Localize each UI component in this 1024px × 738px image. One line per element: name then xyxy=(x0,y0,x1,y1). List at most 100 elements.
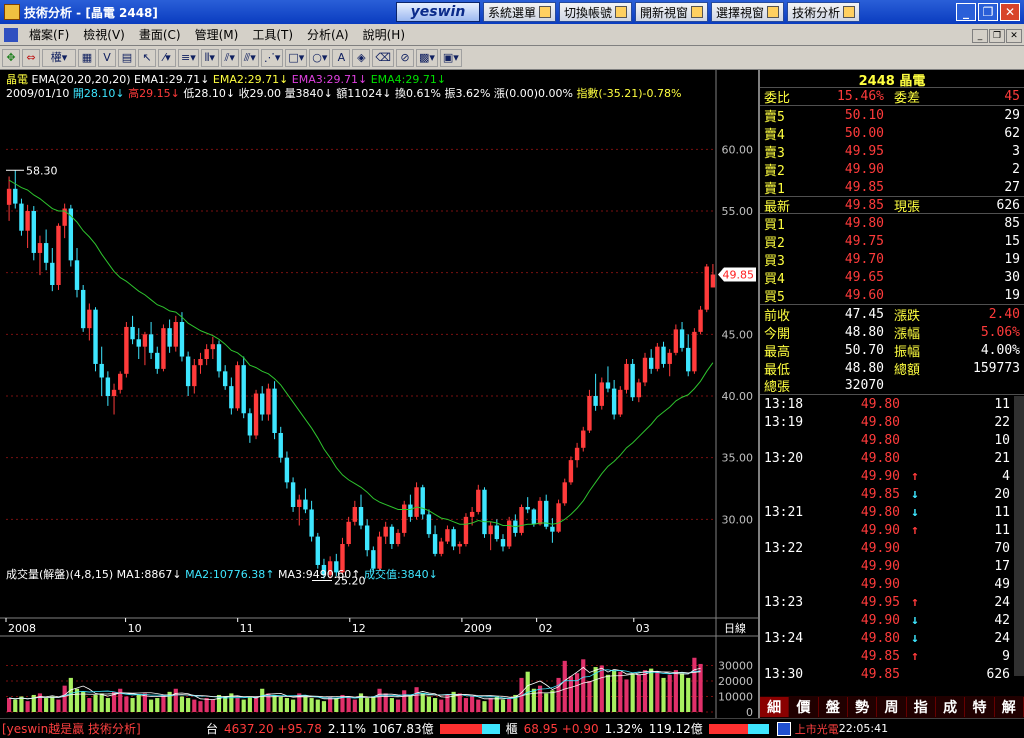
menu-tools[interactable]: 工具(T) xyxy=(245,26,300,43)
detail-tab[interactable]: 價 xyxy=(789,697,819,717)
chart-type-icon[interactable]: ▦ xyxy=(78,48,96,67)
clear-icon[interactable]: ⊘ xyxy=(395,48,414,67)
channel-icon[interactable]: ⫻▾ xyxy=(240,48,259,67)
select-window-button[interactable]: 選擇視窗 xyxy=(711,2,785,22)
volume-bar xyxy=(476,699,481,712)
current-price-label: 49.85 xyxy=(723,269,755,282)
arrows-icon[interactable]: ⇔ xyxy=(22,48,40,67)
stat-label: 漲幅 xyxy=(894,326,921,342)
stat-row: 今開 48.80 漲幅 5.06% xyxy=(760,323,1024,342)
ellipse-icon[interactable]: ○▾ xyxy=(309,48,331,67)
ask-qty: 27 xyxy=(1004,179,1020,195)
volume-bar xyxy=(636,674,641,712)
color-icon[interactable]: ▩▾ xyxy=(415,48,438,67)
shape-icon[interactable]: ◈ xyxy=(352,48,371,67)
tech-analysis-button[interactable]: 技術分析 xyxy=(787,2,861,22)
news-icon[interactable] xyxy=(776,721,791,736)
tick-row: 13:20 49.80 21 xyxy=(760,449,1024,467)
detail-tab[interactable]: 成 xyxy=(936,697,966,717)
save-icon[interactable]: ▣▾ xyxy=(439,48,462,67)
rectangle-icon[interactable]: □▾ xyxy=(285,48,308,67)
switch-account-button[interactable]: 切換帳號 xyxy=(559,2,633,22)
candle-body xyxy=(204,349,209,359)
detail-tab[interactable]: 特 xyxy=(965,697,995,717)
detail-tab[interactable]: 勢 xyxy=(848,697,878,717)
candle-body xyxy=(364,525,370,551)
menu-screen[interactable]: 畫面(C) xyxy=(132,26,188,43)
menu-manage[interactable]: 管理(M) xyxy=(188,26,246,43)
mdi-restore-icon[interactable]: ❐ xyxy=(989,29,1005,43)
menu-analysis[interactable]: 分析(A) xyxy=(300,26,356,43)
chart-svg[interactable]: 60.0055.0050.0045.0040.0035.0030.0058.30… xyxy=(0,70,758,719)
bid-price: 49.80 xyxy=(844,215,884,231)
title-bar: 技術分析 - [晶電 2448] yeswin 系統選單 切換帳號 開新視窗 選… xyxy=(0,0,1024,24)
text-icon[interactable]: A xyxy=(332,48,351,67)
document-icon[interactable] xyxy=(4,27,18,42)
yeswin-logo[interactable]: yeswin xyxy=(396,2,480,22)
minimize-icon[interactable]: _ xyxy=(956,3,976,21)
volume-bar xyxy=(284,698,289,712)
y-tick-label: 55.00 xyxy=(722,205,754,218)
menu-file[interactable]: 檔案(F) xyxy=(22,26,76,43)
detail-tab[interactable]: 指 xyxy=(907,697,936,717)
chart-area[interactable]: 60.0055.0050.0045.0040.0035.0030.0058.30… xyxy=(0,70,758,719)
tick-price: 49.90 xyxy=(860,558,900,574)
candle-body xyxy=(222,371,228,387)
tick-qty: 20 xyxy=(994,486,1010,502)
tick-price: 49.80 xyxy=(860,432,900,448)
volume-icon[interactable]: Ⅴ xyxy=(98,48,116,67)
stat-label: 前收 xyxy=(764,308,791,324)
volume-bar xyxy=(253,698,259,712)
tick-qty: 11 xyxy=(994,396,1010,412)
volume-bar xyxy=(198,701,203,712)
volume-bar xyxy=(420,693,425,712)
eraser-icon[interactable]: ⌫ xyxy=(372,48,394,67)
parallel-icon[interactable]: ⋰▾ xyxy=(260,48,284,67)
detail-tab[interactable]: 解 xyxy=(995,697,1024,717)
detail-tab[interactable]: 周 xyxy=(877,697,907,717)
mdi-close-icon[interactable]: ✕ xyxy=(1006,29,1022,43)
candle-body xyxy=(389,526,395,544)
vertical-line-icon[interactable]: ⦀▾ xyxy=(200,48,219,67)
candle-body xyxy=(531,509,537,525)
candle-body xyxy=(679,329,685,348)
restore-icon[interactable]: ❐ xyxy=(978,3,998,21)
fan-icon[interactable]: ⫽▾ xyxy=(220,48,239,67)
tick-price: 49.85 xyxy=(860,666,900,682)
menu-view[interactable]: 檢視(V) xyxy=(76,26,132,43)
menu-help[interactable]: 說明(H) xyxy=(356,26,412,43)
news-ticker[interactable]: 上市光電 xyxy=(795,721,839,737)
volume-bar xyxy=(223,696,228,712)
volume-bar xyxy=(130,698,135,712)
horizontal-line-icon[interactable]: ≡▾ xyxy=(178,48,199,67)
otc-amount: 119.12億 xyxy=(648,722,703,736)
new-window-button[interactable]: 開新視窗 xyxy=(635,2,709,22)
bar-date: 2009/01/10 xyxy=(6,87,70,100)
weight-dropdown[interactable]: 權▾ xyxy=(42,48,76,67)
candle-body xyxy=(574,447,580,461)
pointer-icon[interactable]: ↖ xyxy=(138,48,156,67)
candle-body xyxy=(216,344,222,372)
stat-label: 最低 xyxy=(764,362,791,378)
move-icon[interactable]: ✥ xyxy=(2,48,20,67)
tick-scrollbar[interactable] xyxy=(1014,396,1024,676)
tick-qty: 11 xyxy=(994,504,1010,520)
system-menu-button[interactable]: 系統選單 xyxy=(483,2,557,22)
bid-price: 49.65 xyxy=(844,269,884,285)
volume-bar xyxy=(630,673,635,712)
tick-price: 49.85 xyxy=(860,648,900,664)
line-icon[interactable]: ⁄▾ xyxy=(158,48,176,67)
candle-body xyxy=(142,334,148,347)
table-icon[interactable]: ▤ xyxy=(118,48,136,67)
volume-bar xyxy=(377,688,382,712)
tick-time: 13:23 xyxy=(764,594,804,610)
mdi-minimize-icon[interactable]: _ xyxy=(972,29,988,43)
close-icon[interactable]: ✕ xyxy=(1000,3,1020,21)
stat-label: 總額 xyxy=(894,362,921,378)
volume-bar xyxy=(309,698,314,712)
detail-tab[interactable]: 盤 xyxy=(819,697,848,717)
stat-value: 159773 xyxy=(973,360,1020,376)
detail-tab[interactable]: 細 xyxy=(760,697,790,717)
tick-list[interactable]: 13:18 49.80 11 13:19 49.80 22 49.80 10 13:20 49.8… xyxy=(760,395,1024,683)
volume-bar xyxy=(44,698,49,712)
